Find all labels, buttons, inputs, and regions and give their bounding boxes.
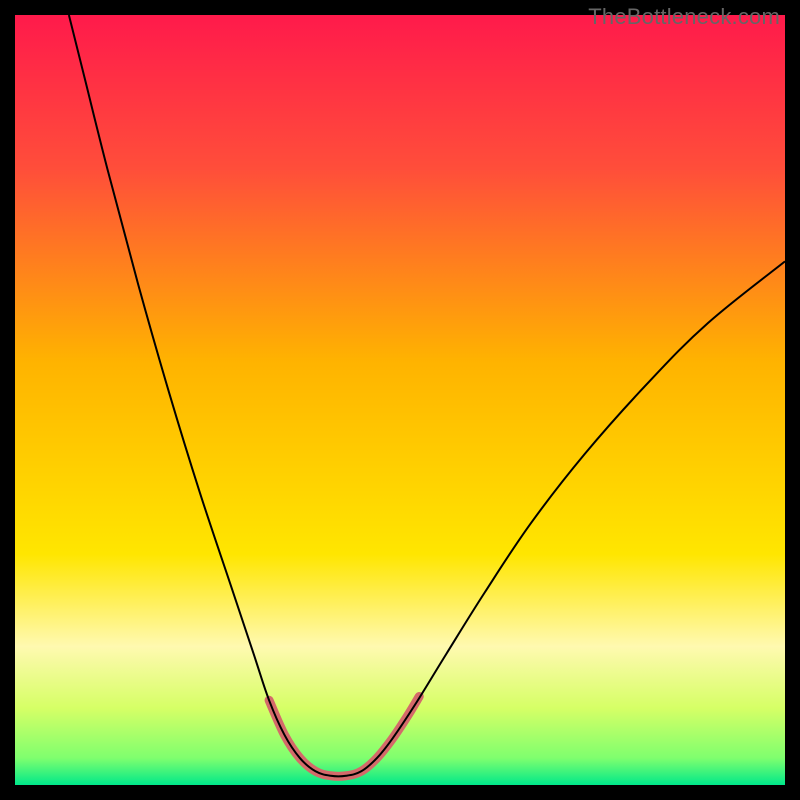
watermark-text: TheBottleneck.com xyxy=(588,4,780,30)
chart-frame xyxy=(15,15,785,785)
gradient-background xyxy=(15,15,785,785)
bottleneck-chart xyxy=(15,15,785,785)
